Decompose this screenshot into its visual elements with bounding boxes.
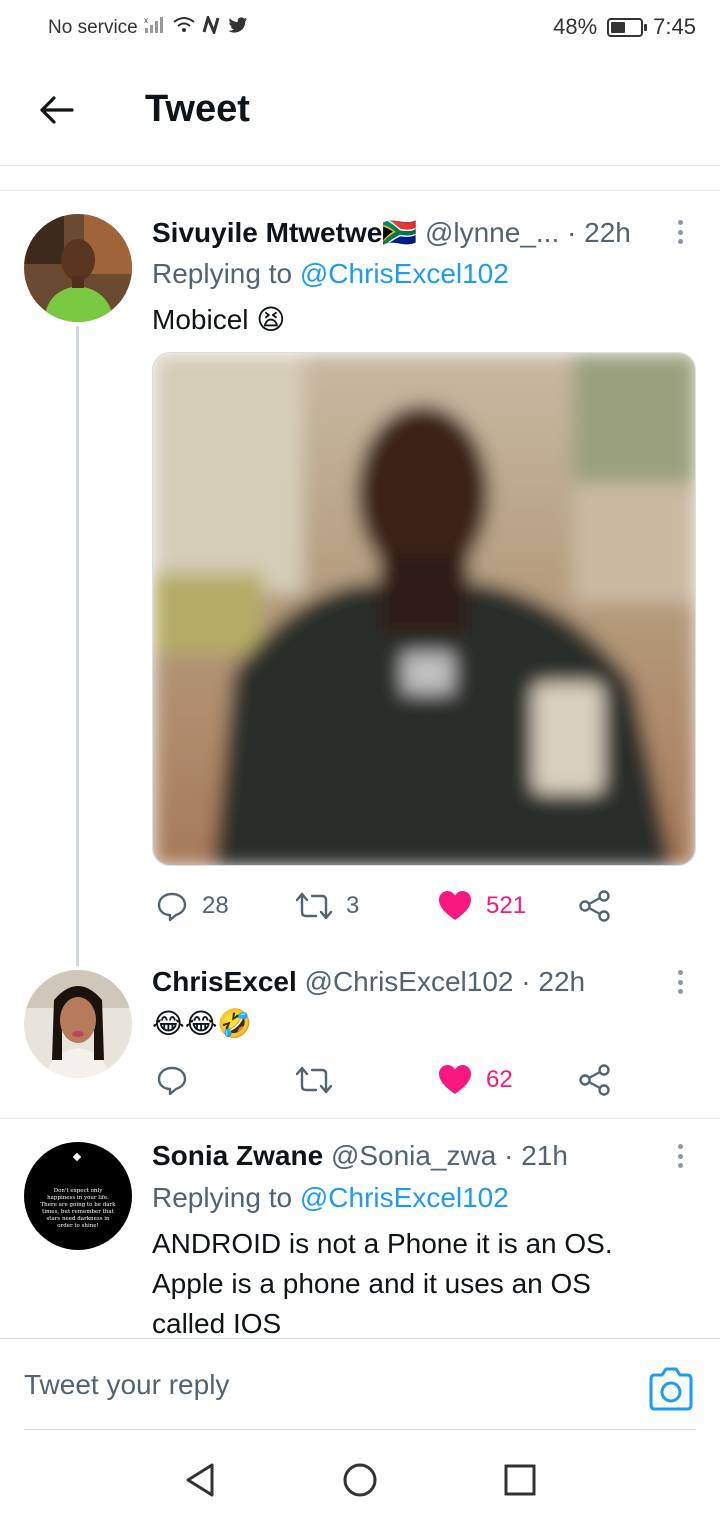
tweet-header: Sivuyile Mtwetwe🇿🇦 @lynne_... · 22h <box>152 216 631 249</box>
retweet-icon <box>296 1066 332 1094</box>
retweet-button[interactable] <box>296 1060 332 1100</box>
reply-input[interactable]: Tweet your reply <box>24 1369 229 1401</box>
thread-line <box>76 326 79 966</box>
handle[interactable]: @Sonia_zwa <box>331 1140 496 1171</box>
share-icon <box>579 890 610 922</box>
clock: 7:45 <box>653 14 696 39</box>
carrier-text: No service <box>48 16 138 38</box>
tweet-text: Mobicel 😫 <box>152 300 285 340</box>
handle[interactable]: @ChrisExcel102 <box>305 966 514 997</box>
display-name[interactable]: ChrisExcel <box>152 966 297 997</box>
camera-button[interactable] <box>648 1367 694 1411</box>
display-name[interactable]: Sivuyile Mtwetwe <box>152 217 382 248</box>
avatar-sonia[interactable]: Don't expect only happiness in your life… <box>24 1142 132 1250</box>
display-name[interactable]: Sonia Zwane <box>152 1140 323 1171</box>
twitter-icon <box>228 16 248 39</box>
tweet-header: ChrisExcel @ChrisExcel102 · 22h <box>152 966 585 998</box>
battery-icon <box>607 17 648 37</box>
mention-link[interactable]: @ChrisExcel102 <box>300 258 509 289</box>
retweet-icon <box>296 892 332 920</box>
tweet-media-image[interactable] <box>152 352 696 866</box>
tweet-actions: 62 <box>152 1060 672 1100</box>
nav-recents-button[interactable] <box>500 1460 540 1500</box>
replying-to: Replying to @ChrisExcel102 <box>152 258 509 290</box>
share-button[interactable] <box>578 1060 612 1100</box>
status-left: No service x <box>48 13 248 39</box>
tweet-header: Sonia Zwane @Sonia_zwa · 21h <box>152 1140 568 1172</box>
tweet-text: 😂😂🤣 <box>152 1008 253 1039</box>
like-button[interactable]: 62 <box>438 1060 513 1100</box>
tweet-text-line: ANDROID is not a Phone it is an OS. <box>152 1228 613 1259</box>
replying-prefix: Replying to <box>152 1182 300 1213</box>
battery-level <box>611 21 625 33</box>
like-count: 62 <box>486 1066 513 1093</box>
reply-button[interactable] <box>156 1060 188 1100</box>
status-right: 48% 7:45 <box>553 14 696 40</box>
timestamp[interactable]: · 22h <box>521 966 585 997</box>
more-options-icon[interactable] <box>670 966 690 998</box>
heart-filled-icon <box>439 1065 471 1094</box>
signal-icon: x <box>144 16 166 39</box>
like-count: 521 <box>486 892 527 919</box>
flag-emoji: 🇿🇦 <box>382 217 418 248</box>
timestamp[interactable]: · 22h <box>567 217 631 248</box>
tweet-actions: 28 3 521 <box>152 886 672 926</box>
reply-count: 28 <box>202 892 229 919</box>
circle-home-icon <box>343 1463 377 1497</box>
tweet-divider <box>0 1118 720 1119</box>
avatar-quote-text: Don't expect only happiness in your life… <box>40 1188 116 1229</box>
tweet-text-line: Apple is a phone and it uses an OS <box>152 1268 591 1299</box>
back-button[interactable] <box>32 86 80 134</box>
timestamp[interactable]: · 21h <box>504 1140 568 1171</box>
like-button[interactable]: 521 <box>438 886 526 926</box>
share-button[interactable] <box>578 886 612 926</box>
avatar-chrisexcel[interactable] <box>24 970 132 1078</box>
reply-icon <box>157 892 187 922</box>
heart-filled-icon <box>439 891 471 920</box>
header-bottom-divider <box>0 190 720 191</box>
square-recents-icon <box>504 1464 536 1496</box>
tweet-text-body: Mobicel <box>152 304 249 335</box>
page-title: Tweet <box>145 88 250 130</box>
reply-button[interactable]: 28 <box>156 886 229 926</box>
replying-prefix: Replying to <box>152 258 300 289</box>
more-options-icon[interactable] <box>670 216 690 248</box>
nfc-icon <box>202 13 222 39</box>
retweet-button[interactable]: 3 <box>296 886 359 926</box>
camera-icon <box>649 1367 693 1411</box>
tweet-emoji: 😫 <box>256 304 286 335</box>
wifi-icon <box>172 16 196 39</box>
share-icon <box>579 1064 610 1096</box>
reply-icon <box>157 1066 187 1096</box>
avatar-sivuyile[interactable] <box>24 214 132 322</box>
handle[interactable]: @lynne_... <box>425 217 559 248</box>
status-bar: No service x 48% 7:45 <box>0 0 720 56</box>
battery-percent: 48% <box>553 14 598 39</box>
triangle-back-icon <box>186 1463 214 1497</box>
nav-back-button[interactable] <box>180 1460 220 1500</box>
tweet-text: ANDROID is not a Phone it is an OS. Appl… <box>152 1224 712 1344</box>
reply-composer: Tweet your reply <box>0 1338 720 1430</box>
retweet-count: 3 <box>346 892 360 919</box>
star-icon <box>72 1152 82 1162</box>
back-arrow-icon <box>40 96 74 124</box>
svg-text:x: x <box>144 16 148 25</box>
nav-home-button[interactable] <box>340 1460 380 1500</box>
app-header: Tweet <box>0 56 720 166</box>
more-options-icon[interactable] <box>670 1140 690 1172</box>
system-nav-bar <box>0 1430 720 1520</box>
mention-link[interactable]: @ChrisExcel102 <box>300 1182 509 1213</box>
replying-to: Replying to @ChrisExcel102 <box>152 1182 509 1214</box>
